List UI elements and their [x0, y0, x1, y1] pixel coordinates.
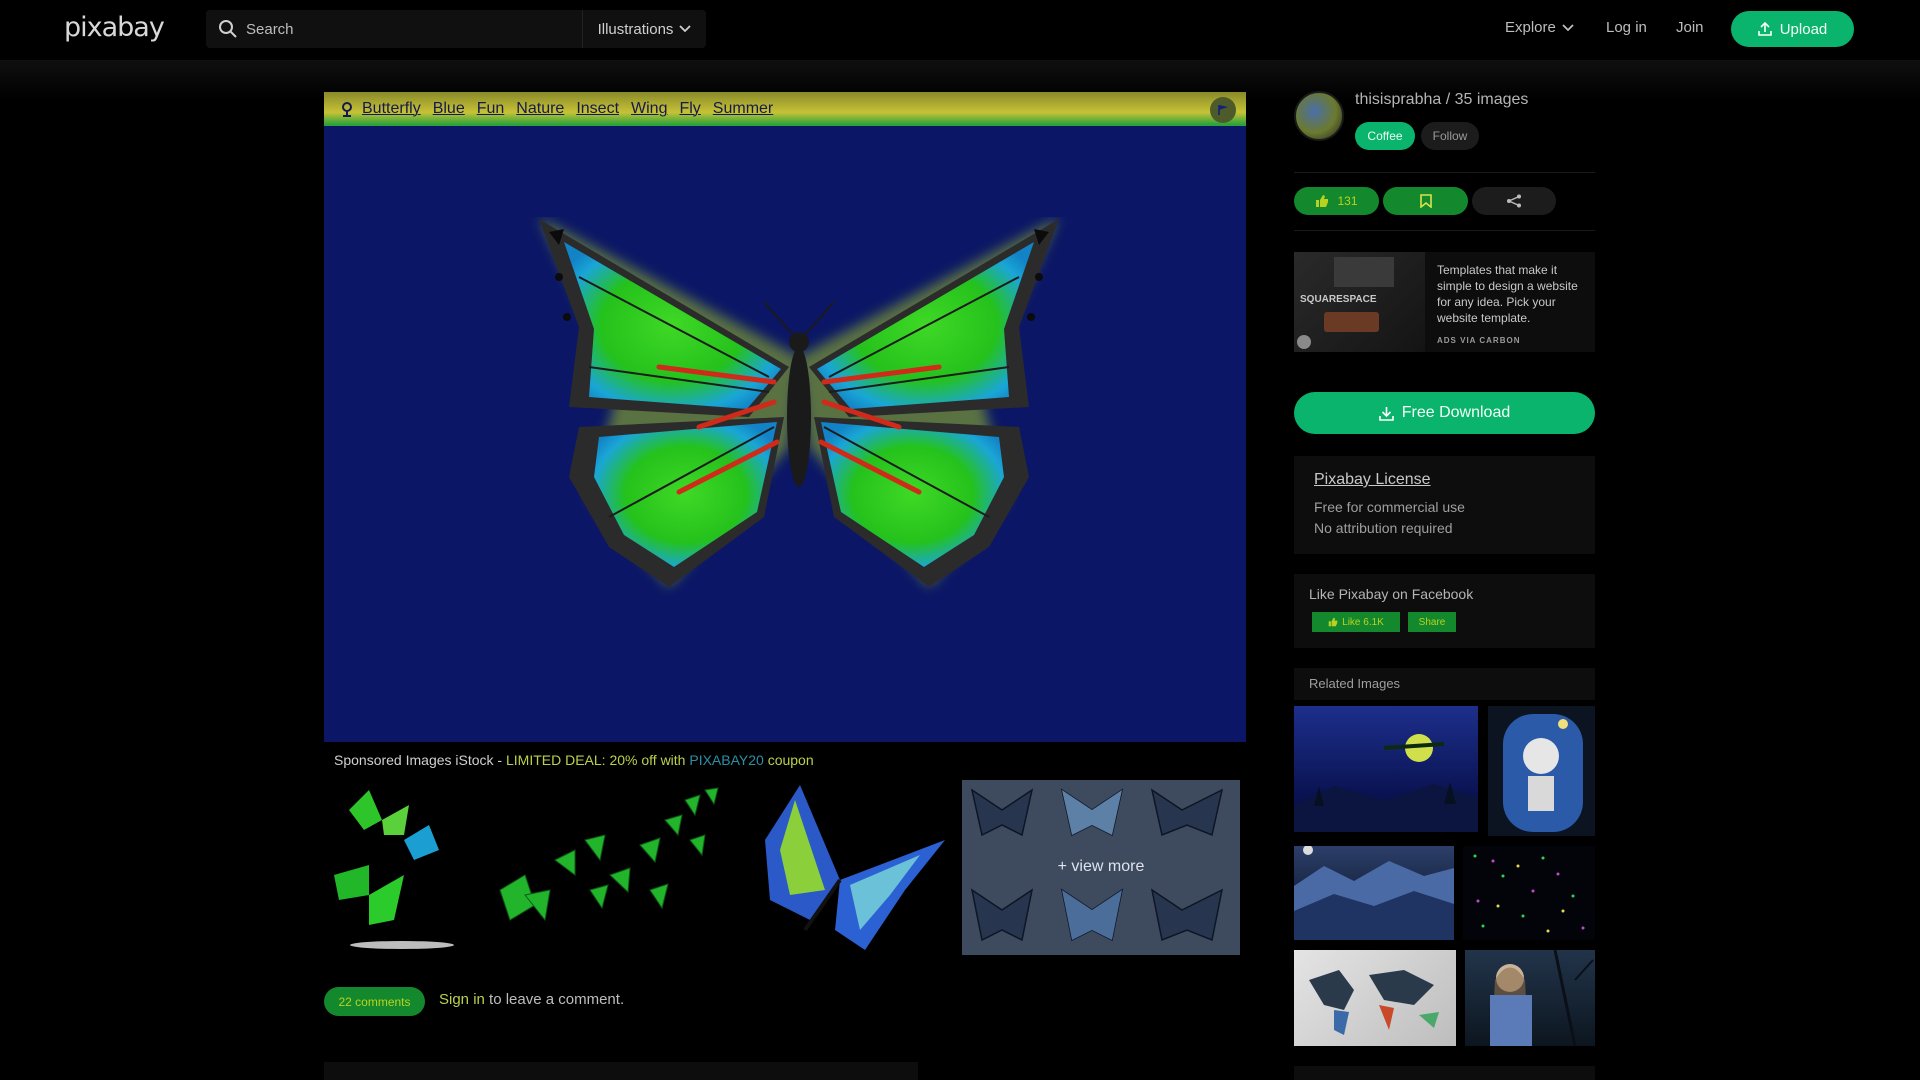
- related-thumbnail: [1309, 970, 1439, 1035]
- thumbs-up-icon: [1328, 617, 1338, 627]
- ad-brand-logo: SQUARESPACE: [1300, 294, 1377, 305]
- user-name-link[interactable]: thisisprabha / 35 images: [1355, 91, 1528, 109]
- free-download-label: Free Download: [1401, 404, 1511, 421]
- sponsored-coupon-code[interactable]: PIXABAY20: [689, 752, 763, 768]
- tag-nature[interactable]: Nature: [516, 100, 564, 118]
- facebook-like-button[interactable]: Like 6.1K: [1312, 612, 1400, 632]
- user-avatar[interactable]: [1294, 91, 1344, 141]
- signin-prompt: Sign in to leave a comment.: [439, 991, 624, 1008]
- bookmark-icon: [1419, 194, 1432, 208]
- related-images-header: Related Images: [1294, 668, 1595, 700]
- flag-icon: [1218, 105, 1228, 115]
- license-box: Pixabay License Free for commercial use …: [1294, 456, 1595, 554]
- related-image-mountains[interactable]: [1294, 846, 1454, 940]
- ad-image[interactable]: SQUARESPACE: [1294, 252, 1425, 352]
- related-image-world-map[interactable]: [1294, 950, 1456, 1046]
- share-button[interactable]: [1472, 187, 1556, 215]
- like-button[interactable]: 131: [1294, 187, 1379, 215]
- signin-prompt-rest: to leave a comment.: [484, 991, 625, 1008]
- facebook-like-label: Like 6.1K: [1342, 616, 1384, 628]
- explore-label: Explore: [1505, 19, 1556, 36]
- tag-bar: Butterfly Blue Fun Nature Insect Wing Fl…: [324, 92, 1246, 126]
- sponsored-prefix: Sponsored Images iStock -: [334, 752, 506, 768]
- carbon-ad[interactable]: SQUARESPACE Templates that make it simpl…: [1294, 252, 1595, 352]
- tag-fly[interactable]: Fly: [679, 100, 700, 118]
- tag-insect[interactable]: Insect: [576, 100, 619, 118]
- sponsored-image-3[interactable]: [745, 780, 960, 955]
- related-thumbnail: [1490, 950, 1594, 1046]
- chevron-down-icon: [679, 25, 692, 33]
- sponsored-deal[interactable]: LIMITED DEAL: 20% off with: [506, 752, 689, 768]
- search-input[interactable]: [246, 10, 576, 48]
- sidebar-bottom-edge: [1294, 1066, 1595, 1080]
- related-thumbnail: [1294, 734, 1478, 832]
- related-image-santa-moon[interactable]: [1294, 706, 1478, 832]
- facebook-box: Like Pixabay on Facebook Like 6.1K Share: [1294, 574, 1595, 648]
- bookmark-button[interactable]: [1383, 187, 1468, 215]
- report-flag-button[interactable]: [1210, 97, 1236, 123]
- tag-butterfly[interactable]: Butterfly: [362, 100, 421, 118]
- tag-icon: [342, 102, 352, 117]
- tag-summer[interactable]: Summer: [713, 100, 773, 118]
- related-thumbnail: [1294, 846, 1454, 940]
- chevron-down-icon: [1562, 23, 1574, 31]
- license-link[interactable]: Pixabay License: [1314, 471, 1431, 489]
- free-download-button[interactable]: Free Download: [1294, 392, 1595, 434]
- sponsored-text: Sponsored Images iStock - LIMITED DEAL: …: [334, 752, 814, 768]
- divider: [1294, 172, 1595, 173]
- related-images-title: Related Images: [1309, 676, 1401, 691]
- join-link[interactable]: Join: [1676, 19, 1704, 36]
- login-link[interactable]: Log in: [1606, 19, 1647, 36]
- media-type-dropdown[interactable]: Illustrations: [582, 10, 706, 48]
- media-type-label: Illustrations: [597, 20, 674, 38]
- license-commercial: Free for commercial use: [1314, 499, 1465, 515]
- facebook-share-button[interactable]: Share: [1408, 612, 1456, 632]
- sponsored-image-1[interactable]: [324, 780, 474, 955]
- related-thumbnail: [1503, 714, 1583, 832]
- comment-box-edge: [324, 1062, 918, 1080]
- ads-via-carbon-label[interactable]: ADS VIA CARBON: [1437, 336, 1520, 345]
- facebook-title: Like Pixabay on Facebook: [1309, 586, 1474, 602]
- follow-button[interactable]: Follow: [1421, 122, 1479, 150]
- related-thumbnail: [1473, 854, 1585, 933]
- tag-wing[interactable]: Wing: [631, 100, 667, 118]
- butterfly-illustration: [539, 217, 1059, 587]
- signin-link[interactable]: Sign in: [439, 991, 485, 1008]
- like-count: 131: [1337, 194, 1358, 208]
- related-image-skeleton[interactable]: [1488, 706, 1595, 836]
- sponsored-image-2[interactable]: [490, 780, 730, 955]
- coffee-button[interactable]: Coffee: [1355, 122, 1415, 150]
- pixabay-logo[interactable]: pixabay: [64, 12, 165, 43]
- comments-count-button[interactable]: 22 comments: [324, 987, 425, 1016]
- sponsored-image-more[interactable]: + view more: [962, 780, 1240, 955]
- sponsored-suffix[interactable]: coupon: [764, 752, 814, 768]
- share-icon: [1507, 194, 1521, 208]
- tag-fun[interactable]: Fun: [477, 100, 505, 118]
- search-bar: Illustrations: [206, 10, 706, 48]
- download-icon: [1378, 406, 1394, 421]
- main-image[interactable]: Butterfly Blue Fun Nature Insect Wing Fl…: [324, 92, 1246, 742]
- explore-menu[interactable]: Explore: [1505, 19, 1574, 36]
- upload-button[interactable]: Upload: [1731, 11, 1854, 47]
- view-more-label[interactable]: + view more: [962, 858, 1240, 876]
- ad-text[interactable]: Templates that make it simple to design …: [1437, 262, 1587, 326]
- related-image-woman-portrait[interactable]: [1465, 950, 1595, 1046]
- tag-blue[interactable]: Blue: [433, 100, 465, 118]
- upload-label: Upload: [1779, 20, 1828, 38]
- divider: [1294, 230, 1595, 231]
- upload-icon: [1757, 22, 1772, 36]
- search-icon[interactable]: [218, 19, 238, 39]
- related-image-confetti[interactable]: [1463, 846, 1595, 940]
- top-navigation: pixabay Illustrations Explore Log in Joi…: [0, 0, 1920, 100]
- thumbs-up-icon: [1316, 195, 1329, 207]
- license-attribution: No attribution required: [1314, 520, 1453, 536]
